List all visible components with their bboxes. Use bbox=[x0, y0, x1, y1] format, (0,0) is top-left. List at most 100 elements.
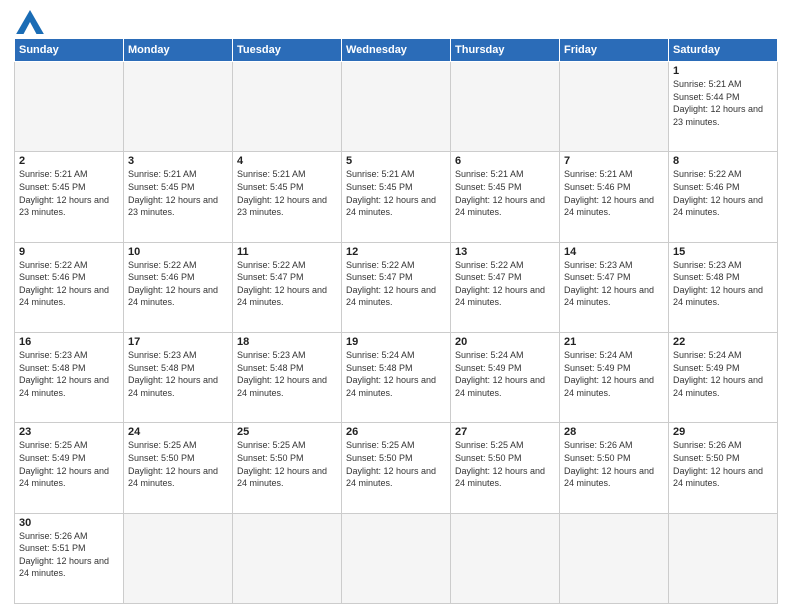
calendar-day-cell: 19Sunrise: 5:24 AM Sunset: 5:48 PM Dayli… bbox=[342, 332, 451, 422]
calendar-day-cell: 9Sunrise: 5:22 AM Sunset: 5:46 PM Daylig… bbox=[15, 242, 124, 332]
day-number: 12 bbox=[346, 246, 446, 258]
day-info: Sunrise: 5:26 AM Sunset: 5:51 PM Dayligh… bbox=[19, 530, 119, 580]
day-info: Sunrise: 5:21 AM Sunset: 5:45 PM Dayligh… bbox=[455, 168, 555, 218]
day-number: 29 bbox=[673, 426, 773, 438]
calendar-week-row: 30Sunrise: 5:26 AM Sunset: 5:51 PM Dayli… bbox=[15, 513, 778, 603]
calendar-day-cell bbox=[342, 513, 451, 603]
day-number: 14 bbox=[564, 246, 664, 258]
calendar-day-cell bbox=[560, 62, 669, 152]
calendar-day-cell: 3Sunrise: 5:21 AM Sunset: 5:45 PM Daylig… bbox=[124, 152, 233, 242]
day-info: Sunrise: 5:21 AM Sunset: 5:45 PM Dayligh… bbox=[128, 168, 228, 218]
day-number: 30 bbox=[19, 517, 119, 529]
day-info: Sunrise: 5:21 AM Sunset: 5:45 PM Dayligh… bbox=[237, 168, 337, 218]
calendar-day-cell bbox=[669, 513, 778, 603]
day-info: Sunrise: 5:26 AM Sunset: 5:50 PM Dayligh… bbox=[673, 439, 773, 489]
day-info: Sunrise: 5:22 AM Sunset: 5:47 PM Dayligh… bbox=[346, 259, 446, 309]
day-number: 25 bbox=[237, 426, 337, 438]
calendar-day-cell: 28Sunrise: 5:26 AM Sunset: 5:50 PM Dayli… bbox=[560, 423, 669, 513]
calendar-day-cell: 5Sunrise: 5:21 AM Sunset: 5:45 PM Daylig… bbox=[342, 152, 451, 242]
calendar-week-row: 23Sunrise: 5:25 AM Sunset: 5:49 PM Dayli… bbox=[15, 423, 778, 513]
day-number: 8 bbox=[673, 155, 773, 167]
header-sunday: Sunday bbox=[15, 39, 124, 62]
header-monday: Monday bbox=[124, 39, 233, 62]
day-number: 13 bbox=[455, 246, 555, 258]
day-number: 4 bbox=[237, 155, 337, 167]
day-number: 16 bbox=[19, 336, 119, 348]
day-number: 20 bbox=[455, 336, 555, 348]
day-number: 1 bbox=[673, 65, 773, 77]
day-number: 17 bbox=[128, 336, 228, 348]
calendar-day-cell: 10Sunrise: 5:22 AM Sunset: 5:46 PM Dayli… bbox=[124, 242, 233, 332]
logo-icon bbox=[16, 10, 44, 34]
day-number: 26 bbox=[346, 426, 446, 438]
day-number: 27 bbox=[455, 426, 555, 438]
calendar-day-cell: 30Sunrise: 5:26 AM Sunset: 5:51 PM Dayli… bbox=[15, 513, 124, 603]
day-info: Sunrise: 5:21 AM Sunset: 5:45 PM Dayligh… bbox=[346, 168, 446, 218]
calendar-day-cell: 6Sunrise: 5:21 AM Sunset: 5:45 PM Daylig… bbox=[451, 152, 560, 242]
day-info: Sunrise: 5:22 AM Sunset: 5:46 PM Dayligh… bbox=[673, 168, 773, 218]
calendar-day-cell: 27Sunrise: 5:25 AM Sunset: 5:50 PM Dayli… bbox=[451, 423, 560, 513]
header-thursday: Thursday bbox=[451, 39, 560, 62]
day-info: Sunrise: 5:25 AM Sunset: 5:49 PM Dayligh… bbox=[19, 439, 119, 489]
calendar-day-cell: 21Sunrise: 5:24 AM Sunset: 5:49 PM Dayli… bbox=[560, 332, 669, 422]
day-info: Sunrise: 5:26 AM Sunset: 5:50 PM Dayligh… bbox=[564, 439, 664, 489]
calendar-week-row: 9Sunrise: 5:22 AM Sunset: 5:46 PM Daylig… bbox=[15, 242, 778, 332]
calendar-day-cell: 24Sunrise: 5:25 AM Sunset: 5:50 PM Dayli… bbox=[124, 423, 233, 513]
day-number: 19 bbox=[346, 336, 446, 348]
day-info: Sunrise: 5:23 AM Sunset: 5:47 PM Dayligh… bbox=[564, 259, 664, 309]
day-number: 9 bbox=[19, 246, 119, 258]
header-friday: Friday bbox=[560, 39, 669, 62]
day-info: Sunrise: 5:22 AM Sunset: 5:47 PM Dayligh… bbox=[237, 259, 337, 309]
day-number: 5 bbox=[346, 155, 446, 167]
day-info: Sunrise: 5:23 AM Sunset: 5:48 PM Dayligh… bbox=[237, 349, 337, 399]
day-info: Sunrise: 5:21 AM Sunset: 5:44 PM Dayligh… bbox=[673, 78, 773, 128]
calendar-day-cell bbox=[233, 62, 342, 152]
day-info: Sunrise: 5:25 AM Sunset: 5:50 PM Dayligh… bbox=[346, 439, 446, 489]
day-info: Sunrise: 5:22 AM Sunset: 5:47 PM Dayligh… bbox=[455, 259, 555, 309]
calendar-day-cell: 12Sunrise: 5:22 AM Sunset: 5:47 PM Dayli… bbox=[342, 242, 451, 332]
calendar-day-cell: 16Sunrise: 5:23 AM Sunset: 5:48 PM Dayli… bbox=[15, 332, 124, 422]
calendar-day-cell bbox=[124, 513, 233, 603]
day-info: Sunrise: 5:23 AM Sunset: 5:48 PM Dayligh… bbox=[673, 259, 773, 309]
calendar-day-cell: 17Sunrise: 5:23 AM Sunset: 5:48 PM Dayli… bbox=[124, 332, 233, 422]
calendar-day-cell: 14Sunrise: 5:23 AM Sunset: 5:47 PM Dayli… bbox=[560, 242, 669, 332]
calendar-day-cell bbox=[560, 513, 669, 603]
day-info: Sunrise: 5:24 AM Sunset: 5:49 PM Dayligh… bbox=[455, 349, 555, 399]
calendar-day-cell: 22Sunrise: 5:24 AM Sunset: 5:49 PM Dayli… bbox=[669, 332, 778, 422]
day-info: Sunrise: 5:25 AM Sunset: 5:50 PM Dayligh… bbox=[237, 439, 337, 489]
calendar-day-cell: 23Sunrise: 5:25 AM Sunset: 5:49 PM Dayli… bbox=[15, 423, 124, 513]
calendar-day-cell bbox=[342, 62, 451, 152]
calendar-day-cell: 18Sunrise: 5:23 AM Sunset: 5:48 PM Dayli… bbox=[233, 332, 342, 422]
day-info: Sunrise: 5:25 AM Sunset: 5:50 PM Dayligh… bbox=[455, 439, 555, 489]
day-number: 23 bbox=[19, 426, 119, 438]
header-wednesday: Wednesday bbox=[342, 39, 451, 62]
day-number: 21 bbox=[564, 336, 664, 348]
calendar-day-cell: 2Sunrise: 5:21 AM Sunset: 5:45 PM Daylig… bbox=[15, 152, 124, 242]
day-number: 11 bbox=[237, 246, 337, 258]
day-info: Sunrise: 5:25 AM Sunset: 5:50 PM Dayligh… bbox=[128, 439, 228, 489]
calendar-day-cell: 26Sunrise: 5:25 AM Sunset: 5:50 PM Dayli… bbox=[342, 423, 451, 513]
calendar-week-row: 2 Sunrise: 5:21 AM Sunset: 5:45 PM Daylig… bbox=[15, 152, 778, 242]
day-number: 18 bbox=[237, 336, 337, 348]
calendar-day-cell: 4Sunrise: 5:21 AM Sunset: 5:45 PM Daylig… bbox=[233, 152, 342, 242]
day-number: 15 bbox=[673, 246, 773, 258]
day-number: 10 bbox=[128, 246, 228, 258]
calendar-day-cell: 11Sunrise: 5:22 AM Sunset: 5:47 PM Dayli… bbox=[233, 242, 342, 332]
calendar-week-row: 1Sunrise: 5:21 AM Sunset: 5:44 PM Daylig… bbox=[15, 62, 778, 152]
calendar-header-row: Sunday Monday Tuesday Wednesday Thursday… bbox=[15, 39, 778, 62]
calendar-day-cell: 7Sunrise: 5:21 AM Sunset: 5:46 PM Daylig… bbox=[560, 152, 669, 242]
day-info: Sunrise: 5:23 AM Sunset: 5:48 PM Dayligh… bbox=[19, 349, 119, 399]
calendar-day-cell: 29Sunrise: 5:26 AM Sunset: 5:50 PM Dayli… bbox=[669, 423, 778, 513]
calendar-day-cell: 15Sunrise: 5:23 AM Sunset: 5:48 PM Dayli… bbox=[669, 242, 778, 332]
header bbox=[14, 10, 778, 34]
day-info: Sunrise: 5:22 AM Sunset: 5:46 PM Dayligh… bbox=[128, 259, 228, 309]
day-number: 3 bbox=[128, 155, 228, 167]
day-info: Sunrise: 5:21 AM Sunset: 5:46 PM Dayligh… bbox=[564, 168, 664, 218]
day-info: Sunrise: 5:22 AM Sunset: 5:46 PM Dayligh… bbox=[19, 259, 119, 309]
calendar-day-cell: 1Sunrise: 5:21 AM Sunset: 5:44 PM Daylig… bbox=[669, 62, 778, 152]
calendar-table: Sunday Monday Tuesday Wednesday Thursday… bbox=[14, 38, 778, 604]
calendar-day-cell: 25Sunrise: 5:25 AM Sunset: 5:50 PM Dayli… bbox=[233, 423, 342, 513]
logo bbox=[14, 10, 44, 34]
day-number: 2 bbox=[19, 155, 119, 167]
day-number: 22 bbox=[673, 336, 773, 348]
